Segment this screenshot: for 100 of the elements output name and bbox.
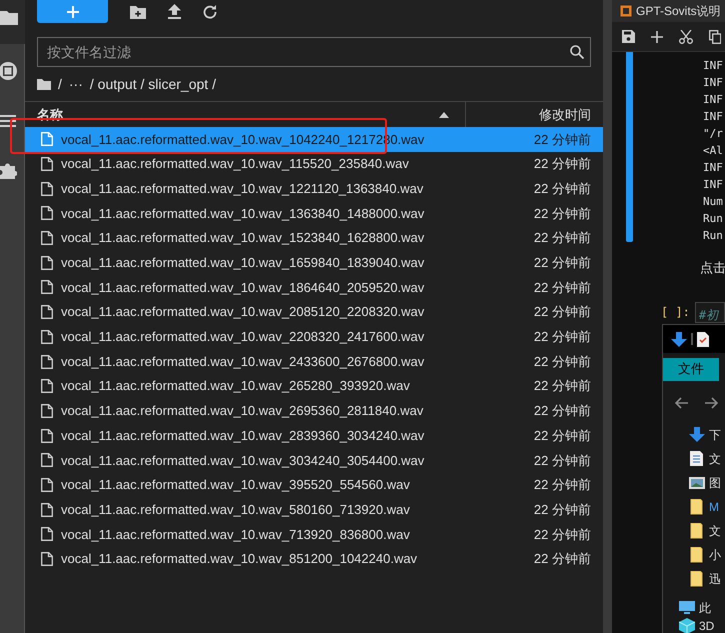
file-icon xyxy=(41,132,53,146)
code-cell[interactable]: #初 xyxy=(694,302,725,322)
file-name: vocal_11.aac.reformatted.wav_10.wav_1864640_2059520.wav xyxy=(61,278,424,297)
monitor-icon xyxy=(679,600,695,616)
file-name: vocal_11.aac.reformatted.wav_10.wav_1523840_1628800.wav xyxy=(61,229,424,248)
modified-time: 22 分钟前 xyxy=(534,352,591,371)
file-row[interactable]: vocal_11.aac.reformatted.wav_10.wav_2085120_2208320.wav 22 分钟前 xyxy=(25,300,603,324)
output-line: Run xyxy=(703,228,723,244)
file-icon xyxy=(41,330,53,344)
file-row[interactable]: vocal_11.aac.reformatted.wav_10.wav_1659840_1839040.wav 22 分钟前 xyxy=(25,250,603,276)
file-name: vocal_11.aac.reformatted.wav_10.wav_1659840_1839040.wav xyxy=(61,254,424,272)
column-header[interactable]: 修改时间 xyxy=(466,104,603,124)
file-icon xyxy=(41,182,53,196)
modified-time: 22 分钟前 xyxy=(534,204,591,223)
navigation-item[interactable]: M xyxy=(709,498,719,516)
file-icon xyxy=(41,157,53,172)
modified-time: 22 分钟前 xyxy=(534,229,591,248)
navigation-item[interactable]: 文 xyxy=(709,522,721,540)
modified-time: 22 分钟前 xyxy=(534,452,591,470)
navigation-item[interactable]: 图 xyxy=(709,474,721,492)
modified-time: 22 分钟前 xyxy=(534,180,591,198)
navigation-item[interactable]: 迅 xyxy=(709,570,721,588)
file-row[interactable]: vocal_11.aac.reformatted.wav_10.wav_1221120_1363840.wav 22 分钟前 xyxy=(25,176,603,202)
copy-icon[interactable] xyxy=(709,30,721,44)
file-icon xyxy=(41,478,53,492)
file-name: vocal_11.aac.reformatted.wav_10.wav_713920_836800.wav xyxy=(61,526,410,544)
modified-time: 22 分钟前 xyxy=(534,155,591,174)
modified-time: 22 分钟前 xyxy=(534,550,591,568)
output-line: INF xyxy=(703,109,723,125)
file-icon xyxy=(41,502,53,517)
navigation-item[interactable]: 小 xyxy=(709,546,721,564)
list-icon[interactable] xyxy=(0,114,16,128)
output-line: Num xyxy=(703,194,723,210)
modified-time: 22 分钟前 xyxy=(534,278,591,297)
document-check-icon[interactable] xyxy=(697,332,709,346)
file-row[interactable]: vocal_11.aac.reformatted.wav_10.wav_3034240_3054400.wav 22 分钟前 xyxy=(25,448,603,473)
file-icon xyxy=(41,354,53,369)
file-name: vocal_11.aac.reformatted.wav_10.wav_580160_713920.wav xyxy=(61,500,410,519)
file-row[interactable]: vocal_11.aac.reformatted.wav_10.wav_265280_393920.wav 22 分钟前 xyxy=(25,374,603,399)
folder-icon[interactable] xyxy=(0,9,18,25)
save-icon[interactable] xyxy=(622,30,635,43)
search-icon[interactable] xyxy=(570,45,584,59)
modified-time: 22 分钟前 xyxy=(534,476,591,494)
modified-time: 22 分钟前 xyxy=(534,254,591,272)
file-row[interactable]: vocal_11.aac.reformatted.wav_10.wav_2839360_3034240.wav 22 分钟前 xyxy=(25,423,603,448)
output-line: INF xyxy=(703,92,723,108)
output-line: INF xyxy=(703,75,723,91)
folder-icon xyxy=(689,571,705,587)
plus-icon[interactable] xyxy=(651,30,663,42)
file-icon xyxy=(41,305,53,320)
file-name: vocal_11.aac.reformatted.wav_10.wav_1363840_1488000.wav xyxy=(61,204,424,223)
cell-prompt: [ ]: xyxy=(661,304,690,321)
output-line: INF xyxy=(703,58,723,74)
forward-arrow-icon[interactable] xyxy=(704,397,718,409)
file-row[interactable]: vocal_11.aac.reformatted.wav_10.wav_713920_836800.wav 22 分钟前 xyxy=(25,522,603,547)
notebook-icon xyxy=(620,5,632,17)
back-arrow-icon[interactable] xyxy=(675,397,689,409)
file-icon xyxy=(41,379,53,394)
new-folder-icon[interactable] xyxy=(130,4,146,18)
file-row[interactable]: vocal_11.aac.reformatted.wav_10.wav_2208320_2417600.wav 22 分钟前 xyxy=(25,324,603,350)
folder-icon xyxy=(689,547,705,563)
file-row[interactable]: vocal_11.aac.reformatted.wav_10.wav_395520_554560.wav 22 分钟前 xyxy=(25,472,603,498)
file-name: vocal_11.aac.reformatted.wav_10.wav_2839360_3034240.wav xyxy=(61,426,424,445)
filter-field[interactable]: 按文件名过滤 xyxy=(37,37,591,67)
folder-icon[interactable] xyxy=(37,78,51,90)
navigation-item[interactable]: 文 xyxy=(709,450,721,468)
file-icon xyxy=(41,231,53,246)
output-line: <Al xyxy=(703,143,723,159)
modified-time: 22 分钟前 xyxy=(534,328,591,346)
modified-time: 22 分钟前 xyxy=(534,426,591,445)
navigation-item[interactable]: 3D xyxy=(699,617,714,633)
refresh-icon[interactable] xyxy=(203,4,217,18)
puzzle-icon[interactable] xyxy=(0,161,17,179)
file-row[interactable]: vocal_11.aac.reformatted.wav_10.wav_1864640_2059520.wav 22 分钟前 xyxy=(25,275,603,300)
file-name: vocal_11.aac.reformatted.wav_10.wav_2208320_2417600.wav xyxy=(61,328,424,346)
file-icon xyxy=(41,527,53,542)
file-name: vocal_11.aac.reformatted.wav_10.wav_2085120_2208320.wav xyxy=(61,303,424,322)
navigation-item[interactable]: 下 xyxy=(709,426,721,444)
file-row[interactable]: vocal_11.aac.reformatted.wav_10.wav_115520_235840.wav 22 分钟前 xyxy=(25,152,603,176)
scissors-icon[interactable] xyxy=(679,30,693,44)
modified-time: 22 分钟前 xyxy=(534,303,591,322)
file-icon xyxy=(41,552,53,566)
file-row[interactable]: vocal_11.aac.reformatted.wav_10.wav_1363840_1488000.wav 22 分钟前 xyxy=(25,201,603,226)
file-name: vocal_11.aac.reformatted.wav_10.wav_2695360_2811840.wav xyxy=(61,402,424,420)
breadcrumb-item[interactable]: / xyxy=(58,74,62,94)
down-arrow-icon[interactable] xyxy=(671,332,687,346)
file-row[interactable]: vocal_11.aac.reformatted.wav_10.wav_2695360_2811840.wav 22 分钟前 xyxy=(25,398,603,424)
file-row[interactable]: vocal_11.aac.reformatted.wav_10.wav_580160_713920.wav 22 分钟前 xyxy=(25,497,603,522)
file-name: vocal_11.aac.reformatted.wav_10.wav_2433600_2676800.wav xyxy=(61,352,424,371)
navigation-item[interactable]: 此 xyxy=(699,599,711,617)
ribbon-tab[interactable]: 文件 xyxy=(663,358,719,380)
new-launcher-button[interactable] xyxy=(37,0,108,23)
breadcrumb-item[interactable]: / output / slicer_opt / xyxy=(90,74,216,94)
filter-input[interactable]: 按文件名过滤 xyxy=(47,42,570,62)
upload-icon[interactable] xyxy=(168,4,181,19)
file-row[interactable]: vocal_11.aac.reformatted.wav_10.wav_2433600_2676800.wav 22 分钟前 xyxy=(25,349,603,374)
output-line: Run xyxy=(703,211,723,227)
breadcrumb-item[interactable]: ··· xyxy=(68,74,83,94)
file-row[interactable]: vocal_11.aac.reformatted.wav_10.wav_851200_1042240.wav 22 分钟前 xyxy=(25,546,603,572)
file-row[interactable]: vocal_11.aac.reformatted.wav_10.wav_1523840_1628800.wav 22 分钟前 xyxy=(25,226,603,250)
